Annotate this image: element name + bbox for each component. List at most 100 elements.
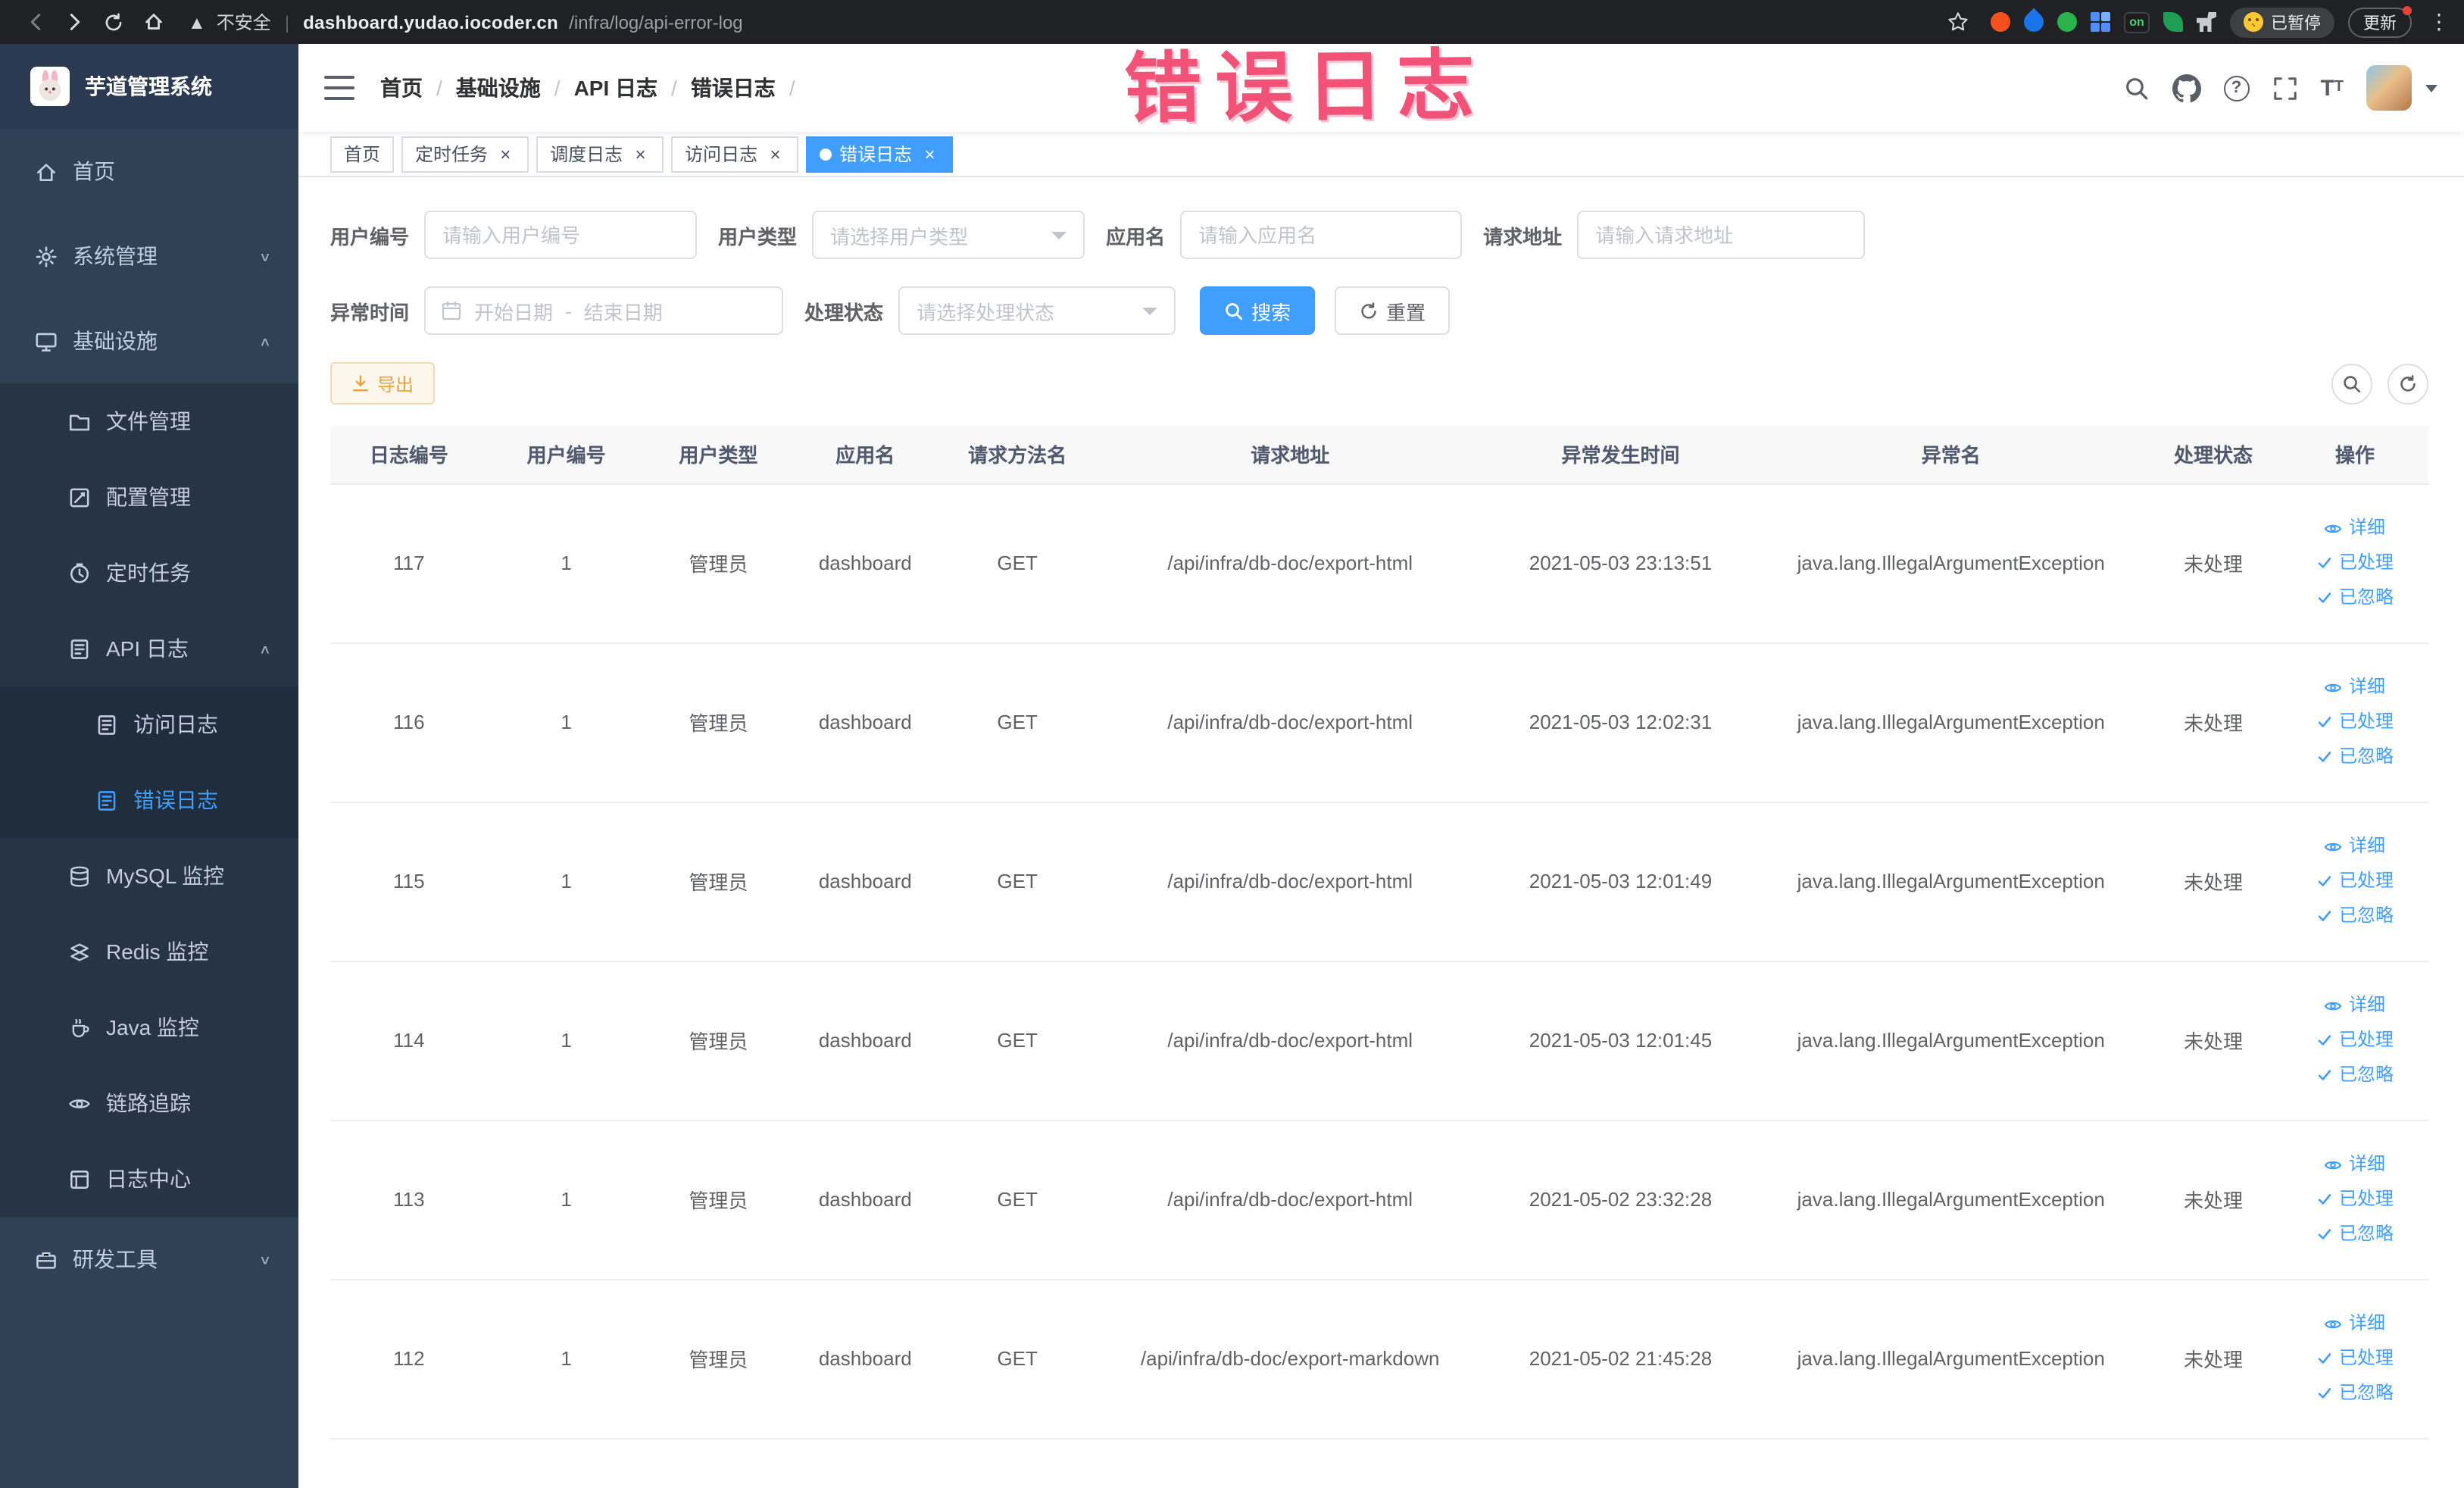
processed-link[interactable]: 已处理	[2281, 864, 2428, 899]
back-icon[interactable]	[20, 5, 50, 39]
cell-user-id: 1	[487, 1120, 645, 1280]
close-icon[interactable]: ×	[495, 144, 515, 164]
processed-link[interactable]: 已处理	[2281, 705, 2428, 739]
user-avatar[interactable]	[2366, 65, 2412, 111]
hamburger-icon[interactable]	[324, 76, 354, 100]
detail-link[interactable]: 详细	[2281, 829, 2428, 864]
exception-time-range[interactable]: 开始日期 - 结束日期	[424, 286, 784, 335]
search-icon	[2344, 375, 2361, 392]
breadcrumb-item[interactable]: 首页	[380, 73, 456, 103]
font-size-icon[interactable]: TT	[2320, 77, 2344, 99]
app-name-input[interactable]	[1180, 211, 1463, 259]
breadcrumb-item[interactable]: 基础设施	[456, 73, 574, 103]
tab[interactable]: 调度日志 ×	[536, 136, 664, 172]
refresh-button[interactable]	[2387, 363, 2428, 404]
sidebar-item[interactable]: 研发工具	[0, 1217, 298, 1302]
extension-dino-icon[interactable]	[2197, 12, 2216, 32]
detail-link[interactable]: 详细	[2281, 511, 2428, 545]
select-placeholder: 请选择处理状态	[917, 301, 1055, 324]
ignored-link[interactable]: 已忽略	[2281, 739, 2428, 774]
help-icon[interactable]: ?	[2223, 75, 2250, 101]
user-id-input[interactable]	[424, 211, 698, 259]
extension-orange-icon[interactable]	[1991, 12, 2010, 32]
forward-icon[interactable]	[59, 5, 89, 39]
fullscreen-icon[interactable]	[2272, 75, 2297, 101]
sidebar-item[interactable]: 链路追踪	[0, 1065, 298, 1141]
detail-link[interactable]: 详细	[2281, 1306, 2428, 1341]
processed-link[interactable]: 已处理	[2281, 1182, 2428, 1217]
sidebar-item[interactable]: Redis 监控	[0, 914, 298, 989]
sidebar-item[interactable]: 文件管理	[0, 383, 298, 459]
tab[interactable]: 首页	[330, 136, 395, 172]
filter-label: 异常时间	[330, 301, 410, 324]
detail-link[interactable]: 详细	[2281, 670, 2428, 705]
breadcrumb-item[interactable]: 错误日志	[691, 73, 809, 103]
sidebar: 芋道管理系统 首页 系统管理 ∨ 基础设施 ∧ 文件管理 配置管理 定时任务 A…	[0, 44, 298, 1488]
extension-leaf-icon[interactable]	[2163, 12, 2183, 32]
detail-link[interactable]: 详细	[2281, 1147, 2428, 1182]
log-icon	[94, 712, 118, 736]
toggle-search-button[interactable]	[2331, 363, 2372, 404]
check-icon	[2318, 717, 2331, 727]
sidebar-item[interactable]: API 日志	[0, 611, 298, 686]
close-icon[interactable]: ×	[765, 144, 785, 164]
ignored-link[interactable]: 已忽略	[2281, 1217, 2428, 1252]
update-button[interactable]: 更新	[2348, 5, 2412, 37]
close-icon[interactable]: ×	[920, 144, 939, 164]
bookmark-star-icon[interactable]	[1942, 5, 1972, 39]
tab[interactable]: 访问日志 ×	[671, 136, 799, 172]
cell-status: 未处理	[2144, 642, 2281, 802]
ignored-link[interactable]: 已忽略	[2281, 1058, 2428, 1093]
search-icon[interactable]	[2123, 75, 2149, 101]
home-icon[interactable]	[138, 5, 168, 39]
active-dot-icon	[820, 148, 832, 160]
github-icon[interactable]	[2172, 73, 2201, 102]
detail-link[interactable]: 详细	[2281, 988, 2428, 1023]
ignored-link[interactable]: 已忽略	[2281, 1376, 2428, 1411]
cell-log-id: 115	[330, 802, 488, 961]
search-button[interactable]: 搜索	[1200, 286, 1316, 335]
cell-app-name: dashboard	[792, 1120, 939, 1280]
sidebar-item[interactable]: 基础设施	[0, 299, 298, 383]
cell-request-url: /api/infra/db-doc/export-html	[1096, 642, 1485, 802]
processed-link[interactable]: 已处理	[2281, 545, 2428, 580]
sidebar-item[interactable]: 首页	[0, 129, 298, 214]
extension-grid-icon[interactable]	[2091, 12, 2110, 32]
sidebar-item[interactable]: 系统管理	[0, 214, 298, 299]
user-type-select[interactable]: 请选择用户类型	[812, 211, 1085, 259]
request-url-input[interactable]	[1577, 211, 1866, 259]
ignored-link[interactable]: 已忽略	[2281, 899, 2428, 933]
cell-method: GET	[938, 802, 1096, 961]
export-button[interactable]: 导出	[330, 362, 436, 405]
sidebar-item[interactable]: MySQL 监控	[0, 838, 298, 914]
browser-menu-icon[interactable]: ⋮	[2428, 9, 2450, 35]
breadcrumb-item[interactable]: API 日志	[574, 73, 691, 103]
ignored-link[interactable]: 已忽略	[2281, 580, 2428, 615]
top-navbar: 首页 基础设施 API 日志 错误日志 ? TT	[298, 44, 2464, 132]
sidebar-item[interactable]: 日志中心	[0, 1141, 298, 1217]
tab[interactable]: 错误日志 ×	[806, 136, 954, 172]
search-icon	[1226, 302, 1243, 320]
close-icon[interactable]: ×	[630, 144, 650, 164]
processed-link[interactable]: 已处理	[2281, 1341, 2428, 1376]
sidebar-item[interactable]: 配置管理	[0, 459, 298, 535]
processed-link[interactable]: 已处理	[2281, 1023, 2428, 1058]
process-status-select[interactable]: 请选择处理状态	[898, 286, 1176, 335]
extension-drop-icon[interactable]	[2019, 8, 2048, 36]
sidebar-item[interactable]: 定时任务	[0, 535, 298, 611]
extension-on-badge[interactable]: on	[2124, 11, 2150, 33]
warning-icon: ▲︎	[188, 11, 206, 33]
reset-button[interactable]: 重置	[1335, 286, 1451, 335]
tab[interactable]: 定时任务 ×	[401, 136, 529, 172]
chevron-down-icon[interactable]	[2425, 84, 2437, 92]
app-logo[interactable]: 芋道管理系统	[0, 44, 298, 129]
paused-pill[interactable]: 已暂停	[2230, 7, 2334, 37]
reload-icon[interactable]	[98, 5, 129, 39]
address-bar[interactable]: ▲︎ 不安全 | dashboard.yudao.iocoder.cn/infr…	[188, 9, 1938, 35]
tools-icon	[33, 1247, 58, 1271]
extension-green-icon[interactable]	[2057, 12, 2077, 32]
eye-icon	[2325, 1160, 2343, 1169]
sidebar-item[interactable]: Java 监控	[0, 989, 298, 1065]
sidebar-item[interactable]: 访问日志	[0, 686, 298, 762]
sidebar-item[interactable]: 错误日志	[0, 762, 298, 838]
